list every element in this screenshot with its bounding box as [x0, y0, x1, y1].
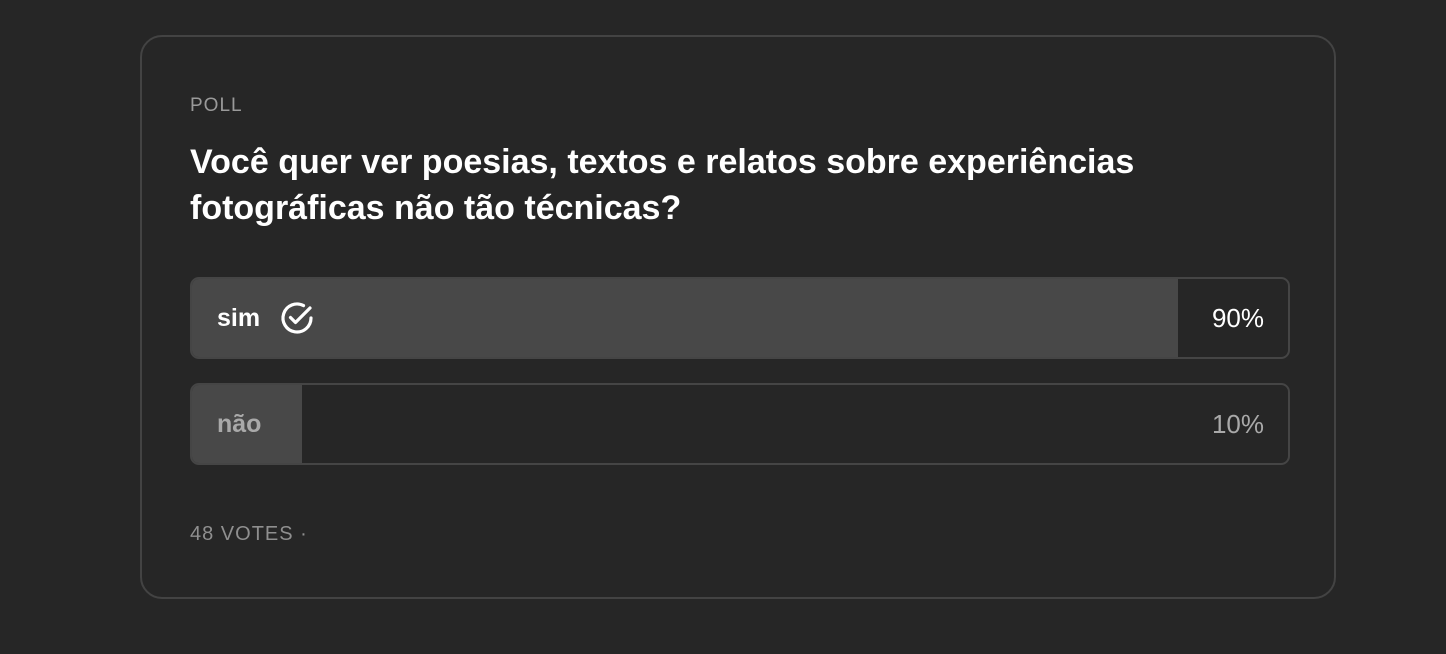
- page: POLL Você quer ver poesias, textos e rel…: [0, 0, 1446, 654]
- option-label-row: sim: [217, 279, 316, 357]
- poll-card: POLL Você quer ver poesias, textos e rel…: [140, 35, 1336, 599]
- poll-option-sim[interactable]: sim 90%: [190, 277, 1290, 359]
- poll-vote-count: 48 VOTES ·: [190, 523, 308, 545]
- check-circle-icon: [278, 299, 316, 337]
- option-label: sim: [217, 303, 261, 332]
- poll-question: Você quer ver poesias, textos e relatos …: [190, 143, 1135, 227]
- option-label: não: [217, 409, 262, 438]
- option-label-row: não: [217, 385, 261, 463]
- option-percent: 10%: [1211, 408, 1264, 439]
- poll-kicker: POLL: [190, 95, 243, 116]
- poll-option-nao[interactable]: não 10%: [190, 383, 1290, 465]
- option-fill-bar: [192, 279, 1179, 357]
- option-percent: 90%: [1211, 302, 1264, 333]
